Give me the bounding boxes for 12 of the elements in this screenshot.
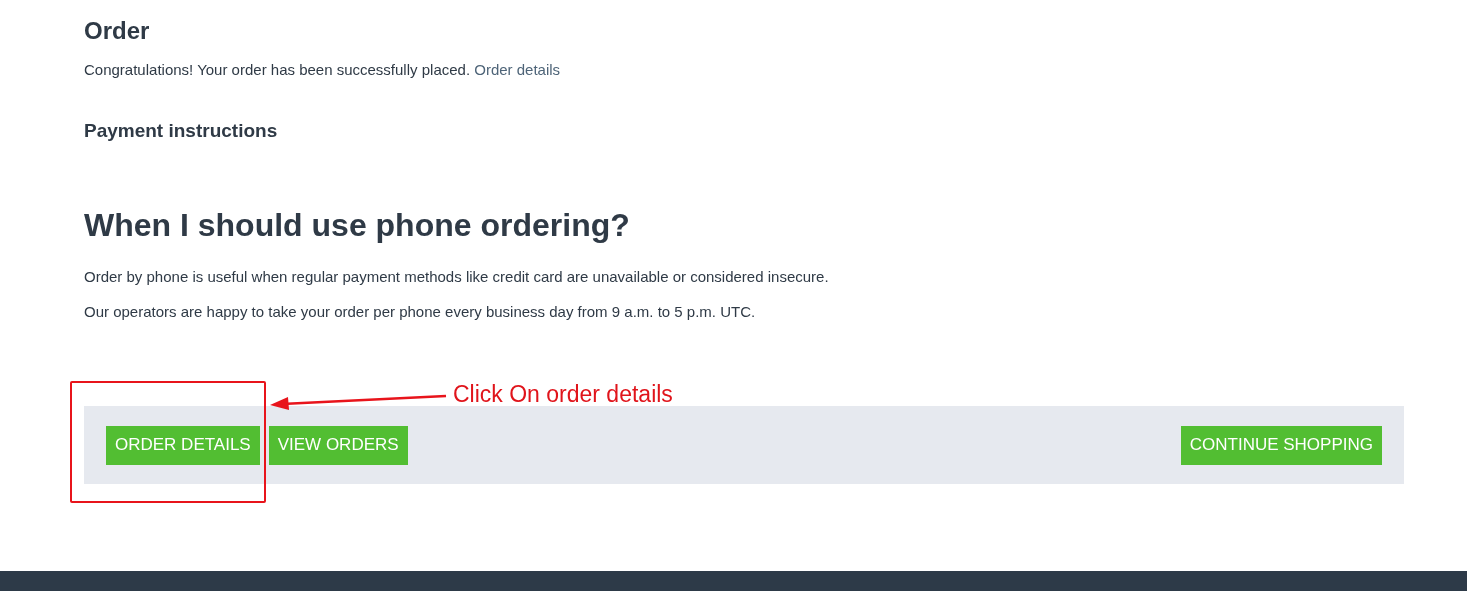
arrow-icon bbox=[268, 392, 448, 412]
order-details-link[interactable]: Order details bbox=[474, 61, 561, 78]
body-text: Order by phone is useful when regular payment methods like credit card are unavailable or considered insecure. bbox=[84, 267, 830, 287]
page-heading: When I should use phone ordering? bbox=[84, 206, 631, 245]
action-button[interactable]: ORDER DETAILS bbox=[106, 425, 260, 465]
section-heading: Payment instructions bbox=[84, 119, 279, 143]
annotation-text: Click On order details bbox=[453, 381, 673, 407]
confirmation-message: Congratulations! Your order has been successfully placed. Order details bbox=[84, 60, 562, 80]
body-text: Our operators are happy to take your order per phone every business day from 9 a.m. to 5 p.m. UTC. bbox=[84, 302, 757, 322]
section-title: Order bbox=[84, 16, 151, 46]
action-button[interactable]: CONTINUE SHOPPING bbox=[1180, 425, 1382, 465]
action-button[interactable]: VIEW ORDERS bbox=[268, 425, 408, 465]
